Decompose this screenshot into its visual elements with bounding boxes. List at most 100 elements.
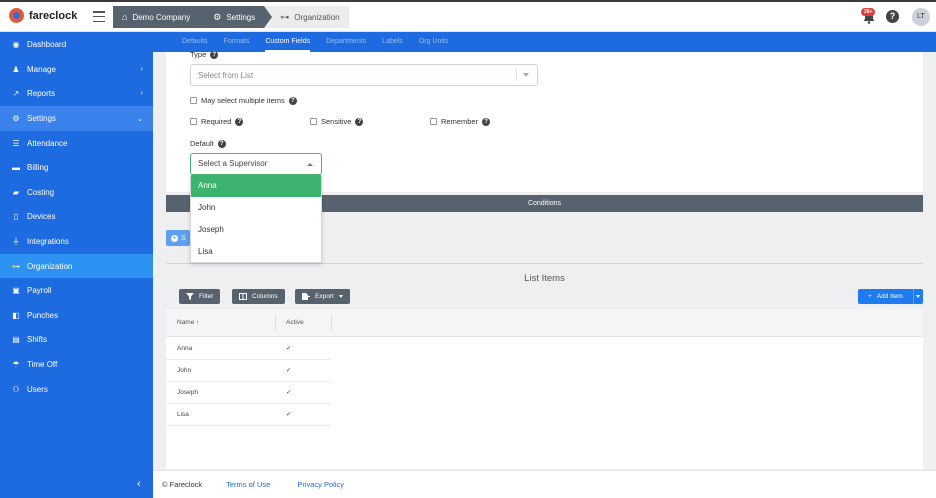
table-row[interactable]: John ✓ bbox=[166, 360, 331, 382]
car-icon: ◧ bbox=[12, 310, 20, 320]
required-checkbox[interactable] bbox=[190, 118, 197, 125]
supervisor-dropdown-list: Anna John Joseph Lisa bbox=[190, 175, 322, 263]
export-button[interactable]: Export bbox=[295, 289, 350, 304]
breadcrumb-company[interactable]: ⌂ Demo Company bbox=[113, 6, 208, 28]
multiple-checkbox[interactable] bbox=[190, 97, 197, 104]
dropdown-option[interactable]: Joseph bbox=[191, 219, 321, 241]
sidebar-item-users[interactable]: ⚇ Users bbox=[0, 377, 153, 402]
help-icon[interactable]: ? bbox=[482, 117, 491, 126]
sidebar-item-attendance[interactable]: ☰ Attendance bbox=[0, 131, 153, 156]
user-avatar[interactable]: LT bbox=[912, 8, 930, 26]
sidebar-item-reports[interactable]: ↗ Reports ‹ bbox=[0, 82, 153, 107]
gear-icon: ⚙ bbox=[213, 11, 222, 22]
check-circle-icon: • bbox=[171, 234, 178, 242]
sensitive-checkbox[interactable] bbox=[310, 118, 317, 125]
sidebar-item-manage[interactable]: ♟ Manage ‹ bbox=[0, 57, 153, 82]
privacy-link[interactable]: Privacy Policy bbox=[297, 480, 344, 489]
help-icon[interactable]: ? bbox=[355, 117, 364, 126]
default-supervisor-select[interactable]: Select a Supervisor bbox=[190, 153, 322, 175]
sidebar-item-time-off[interactable]: ☂ Time Off bbox=[0, 352, 153, 377]
tab-org-units[interactable]: Org Units bbox=[411, 32, 457, 52]
export-icon bbox=[302, 293, 310, 300]
umbrella-icon: ☂ bbox=[12, 360, 20, 370]
add-item-button[interactable]: + Add Item bbox=[858, 289, 923, 304]
plug-icon: ⏚ bbox=[12, 237, 20, 247]
top-bar: fareclock ⌂ Demo Company ⚙ Settings ⊶ Or… bbox=[0, 0, 936, 32]
dashboard-icon: ◉ bbox=[12, 40, 20, 50]
clipboard-icon: ▤ bbox=[12, 335, 20, 345]
tab-custom-fields[interactable]: Custom Fields bbox=[257, 32, 318, 52]
sidebar-item-integrations[interactable]: ⏚ Integrations bbox=[0, 229, 153, 254]
chevron-up-icon bbox=[307, 163, 313, 166]
required-checkbox-row[interactable]: Required? bbox=[190, 117, 244, 126]
tab-departments[interactable]: Departments bbox=[318, 32, 374, 52]
card-icon: ▬ bbox=[12, 163, 20, 173]
help-icon[interactable]: ? bbox=[235, 117, 244, 126]
logo-icon bbox=[9, 8, 24, 23]
save-button[interactable]: • S bbox=[166, 230, 190, 246]
check-icon: ✓ bbox=[286, 411, 292, 418]
check-icon: ✓ bbox=[286, 345, 292, 352]
sidebar-item-billing[interactable]: ▬ Billing bbox=[0, 155, 153, 180]
columns-button[interactable]: Columns bbox=[232, 289, 285, 304]
columns-icon bbox=[239, 293, 247, 300]
sidebar-item-punches[interactable]: ◧ Punches bbox=[0, 303, 153, 328]
menu-toggle-icon[interactable] bbox=[93, 11, 105, 22]
help-icon[interactable]: ? bbox=[288, 96, 297, 105]
chevron-down-icon bbox=[523, 73, 529, 77]
main-content: Type? Select from List May select multip… bbox=[153, 50, 936, 498]
terms-link[interactable]: Terms of Use bbox=[226, 480, 270, 489]
sidebar-item-payroll[interactable]: ▣ Payroll bbox=[0, 278, 153, 303]
check-icon: ✓ bbox=[286, 367, 292, 374]
sensitive-checkbox-row[interactable]: Sensitive? bbox=[310, 117, 364, 126]
remember-checkbox-row[interactable]: Remember? bbox=[430, 117, 491, 126]
chevron-down-icon[interactable] bbox=[916, 295, 920, 298]
help-icon[interactable]: ? bbox=[217, 139, 226, 148]
collapse-sidebar-icon[interactable]: ‹ bbox=[137, 478, 141, 490]
type-select[interactable]: Select from List bbox=[190, 64, 538, 86]
gear-icon: ⚙ bbox=[12, 114, 20, 124]
table-row[interactable]: Lisa ✓ bbox=[166, 404, 331, 426]
sidebar-item-settings[interactable]: ⚙ Settings ⌄ bbox=[0, 106, 153, 131]
table-header: Name ↑ Active bbox=[166, 309, 923, 337]
sidebar-item-dashboard[interactable]: ◉ Dashboard bbox=[0, 33, 153, 58]
notification-badge: 28+ bbox=[861, 8, 876, 16]
app-logo[interactable]: fareclock bbox=[9, 8, 77, 23]
check-icon: ✓ bbox=[286, 389, 292, 396]
dropdown-option[interactable]: Lisa bbox=[191, 241, 321, 263]
table-row[interactable]: Joseph ✓ bbox=[166, 382, 331, 404]
tab-defaults[interactable]: Defaults bbox=[174, 32, 216, 52]
list-items-title: List Items bbox=[524, 273, 565, 284]
users-icon: ⚇ bbox=[12, 384, 20, 394]
chart-icon: ↗ bbox=[12, 89, 20, 99]
breadcrumb: ⌂ Demo Company ⚙ Settings ⊶ Organization bbox=[113, 6, 349, 28]
folder-icon: ▰ bbox=[12, 187, 20, 197]
list-icon: ☰ bbox=[12, 138, 20, 148]
org-chart-icon: ⊶ bbox=[280, 11, 290, 22]
dropdown-option[interactable]: John bbox=[191, 197, 321, 219]
remember-checkbox[interactable] bbox=[430, 118, 437, 125]
column-header-active[interactable]: Active bbox=[286, 309, 304, 337]
column-header-name[interactable]: Name ↑ bbox=[177, 309, 199, 337]
sidebar-item-shifts[interactable]: ▤ Shifts bbox=[0, 328, 153, 353]
table-row[interactable]: Anna ✓ bbox=[166, 338, 331, 360]
logo-text: fareclock bbox=[29, 9, 78, 22]
chevron-left-icon: ‹ bbox=[140, 90, 143, 98]
tab-labels[interactable]: Labels bbox=[374, 32, 411, 52]
copyright-text: © Fareclock bbox=[162, 480, 203, 489]
breadcrumb-settings[interactable]: ⚙ Settings bbox=[199, 6, 273, 28]
tab-formats[interactable]: Formats bbox=[216, 32, 258, 52]
device-icon: ▯ bbox=[13, 212, 19, 222]
help-icon[interactable]: ? bbox=[210, 50, 219, 59]
sidebar-item-organization[interactable]: ⊶ Organization bbox=[0, 253, 153, 279]
sidebar: ◉ Dashboard ♟ Manage ‹ ↗ Reports ‹ ⚙ Settings ⌄… bbox=[0, 32, 153, 498]
footer: © Fareclock Terms of Use Privacy Policy bbox=[153, 470, 936, 498]
help-icon[interactable]: ? bbox=[886, 10, 899, 23]
chevron-down-icon: ⌄ bbox=[137, 115, 143, 123]
chevron-down-icon bbox=[338, 295, 343, 298]
filter-button[interactable]: Filter bbox=[179, 289, 221, 304]
multiple-checkbox-row[interactable]: May select multiple items? bbox=[190, 96, 297, 105]
sidebar-item-costing[interactable]: ▰ Costing bbox=[0, 180, 153, 205]
dropdown-option[interactable]: Anna bbox=[191, 175, 321, 197]
sidebar-item-devices[interactable]: ▯ Devices bbox=[0, 205, 153, 230]
